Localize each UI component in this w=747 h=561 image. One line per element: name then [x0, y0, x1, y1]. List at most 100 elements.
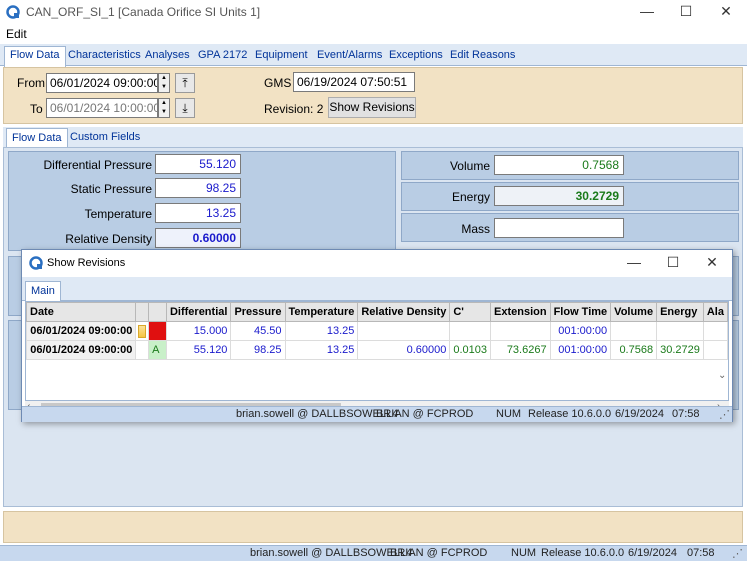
cell-date[interactable]: 06/01/2024 09:00:00 [25, 321, 137, 341]
gms-input[interactable]: 06/19/2024 07:50:51 [293, 72, 415, 92]
tab-flow-data[interactable]: Flow Data [4, 46, 66, 67]
cell-code-red[interactable] [148, 321, 167, 341]
dialog-status-num: NUM [496, 408, 522, 420]
cell-date[interactable]: 06/01/2024 09:00:00 [25, 340, 137, 360]
gms-label: GMS [264, 76, 292, 90]
table-row[interactable]: 06/01/2024 09:00:00 A 55.120 98.25 13.25… [25, 340, 729, 360]
cell-temperature[interactable]: 13.25 [284, 340, 359, 360]
revision-label: Revision: 2 [264, 102, 324, 116]
cell-flow-time[interactable]: 001:00:00 [549, 340, 612, 360]
minimize-button[interactable]: — [627, 0, 667, 24]
cell-alarm[interactable] [702, 340, 729, 360]
cell-extension[interactable]: 73.6267 [490, 340, 551, 360]
cell-code-green[interactable]: A [148, 340, 167, 360]
from-spinner[interactable]: ▲ ▼ [158, 73, 170, 93]
cell-c-prime[interactable] [449, 321, 491, 341]
cell-energy[interactable]: 30.2729 [656, 340, 704, 360]
cell-temperature[interactable]: 13.25 [284, 321, 359, 341]
tab-characteristics[interactable]: Characteristics [63, 47, 146, 66]
static-pressure-field[interactable]: 98.25 [155, 178, 241, 198]
maximize-button[interactable]: ☐ [666, 0, 706, 24]
tab-custom-fields[interactable]: Custom Fields [65, 128, 145, 148]
tab-analyses[interactable]: Analyses [140, 47, 195, 66]
tab-edit-reasons[interactable]: Edit Reasons [445, 47, 520, 66]
table-header-row: Date Differential Pressure Temperature R… [25, 302, 729, 322]
column-header-code[interactable] [148, 302, 167, 322]
cell-differential[interactable]: 55.120 [165, 340, 232, 360]
column-header-extension[interactable]: Extension [490, 302, 551, 322]
cell-pressure[interactable]: 45.50 [230, 321, 286, 341]
dialog-tab-strip: Main [22, 277, 732, 301]
cell-flag[interactable] [135, 321, 150, 341]
column-header-relative-density[interactable]: Relative Density [357, 302, 451, 322]
static-pressure-label: Static Pressure [70, 182, 152, 196]
cell-pressure[interactable]: 98.25 [230, 340, 286, 360]
column-header-temperature[interactable]: Temperature [284, 302, 359, 322]
dialog-status-bar: brian.sowell @ DALLBSOWELL4 BRIAN @ FCPR… [22, 406, 732, 422]
differential-pressure-field[interactable]: 55.120 [155, 154, 241, 174]
dialog-minimize-button[interactable]: — [614, 251, 654, 275]
status-bar: brian.sowell @ DALLBSOWELL4 BRIAN @ FCPR… [0, 545, 747, 561]
cell-extension[interactable] [490, 321, 551, 341]
cell-flag[interactable] [135, 340, 150, 360]
tab-gpa-2172[interactable]: GPA 2172 [193, 47, 252, 66]
revisions-table: Date Differential Pressure Temperature R… [25, 302, 729, 360]
dialog-status-database: BRIAN @ FCPROD [376, 408, 474, 420]
cell-c-prime[interactable]: 0.0103 [449, 340, 491, 360]
column-header-flag[interactable] [135, 302, 150, 322]
to-spinner[interactable]: ▲ ▼ [158, 98, 170, 118]
tab-inner-flow-data[interactable]: Flow Data [6, 128, 68, 148]
dialog-logo-icon [29, 256, 43, 270]
column-header-c-prime[interactable]: C' [449, 302, 491, 322]
cell-flow-time[interactable]: 001:00:00 [549, 321, 612, 341]
column-header-differential[interactable]: Differential [165, 302, 232, 322]
dialog-maximize-button[interactable]: ☐ [653, 251, 693, 275]
column-header-flow-time[interactable]: Flow Time [549, 302, 612, 322]
status-time: 07:58 [687, 547, 715, 559]
relative-density-field[interactable]: 0.60000 [155, 228, 241, 248]
show-revisions-button[interactable]: Show Revisions [328, 97, 416, 118]
volume-label: Volume [449, 159, 490, 173]
cell-relative-density[interactable] [357, 321, 451, 341]
column-header-energy[interactable]: Energy [656, 302, 704, 322]
window-title: CAN_ORF_SI_1 [Canada Orifice SI Units 1] [26, 5, 261, 19]
status-release: Release 10.6.0.0 [541, 547, 625, 559]
resize-grip-icon[interactable]: ⋰ [732, 547, 743, 560]
mass-field[interactable] [494, 218, 624, 238]
from-label: From [17, 76, 45, 90]
title-bar: CAN_ORF_SI_1 [Canada Orifice SI Units 1]… [0, 0, 747, 24]
cell-relative-density[interactable]: 0.60000 [357, 340, 451, 360]
to-label: To [30, 102, 43, 116]
dialog-status-user: brian.sowell @ DALLBSOWELL4 [236, 408, 399, 420]
column-header-pressure[interactable]: Pressure [230, 302, 286, 322]
close-button[interactable]: ✕ [706, 0, 746, 24]
tab-main[interactable]: Main [25, 281, 61, 301]
table-row[interactable]: 06/01/2024 09:00:00 15.000 45.50 13.25 0… [25, 321, 729, 341]
from-date-input[interactable]: 06/01/2024 09:00:00 [46, 73, 158, 93]
temperature-field[interactable]: 13.25 [155, 203, 241, 223]
menu-edit[interactable]: Edit [6, 27, 27, 41]
to-date-input[interactable]: 06/01/2024 10:00:00 [46, 98, 158, 118]
volume-field[interactable]: 0.7568 [494, 155, 624, 175]
status-num: NUM [511, 547, 537, 559]
tab-exceptions[interactable]: Exceptions [384, 47, 448, 66]
tab-equipment[interactable]: Equipment [250, 47, 313, 66]
scroll-down-icon[interactable]: ⌄ [718, 370, 726, 381]
column-header-date[interactable]: Date [25, 302, 137, 322]
energy-field[interactable]: 30.2729 [494, 186, 624, 206]
dialog-resize-grip-icon[interactable]: ⋰ [719, 408, 730, 421]
cell-alarm[interactable] [702, 321, 729, 341]
show-revisions-dialog: Show Revisions — ☐ ✕ Main Date Different… [21, 249, 733, 422]
first-period-button[interactable]: ⤒ [175, 73, 195, 93]
cell-volume[interactable]: 0.7568 [610, 340, 658, 360]
last-period-button[interactable]: ⤓ [175, 98, 195, 118]
revisions-grid: Date Differential Pressure Temperature R… [25, 301, 729, 401]
dialog-close-button[interactable]: ✕ [692, 251, 732, 275]
column-header-alarm[interactable]: Ala [702, 302, 729, 322]
status-user: brian.sowell @ DALLBSOWELL4 [250, 547, 413, 559]
cell-differential[interactable]: 15.000 [165, 321, 232, 341]
tab-event-alarms[interactable]: Event/Alarms [312, 47, 387, 66]
cell-volume[interactable] [610, 321, 658, 341]
column-header-volume[interactable]: Volume [610, 302, 658, 322]
cell-energy[interactable] [656, 321, 704, 341]
